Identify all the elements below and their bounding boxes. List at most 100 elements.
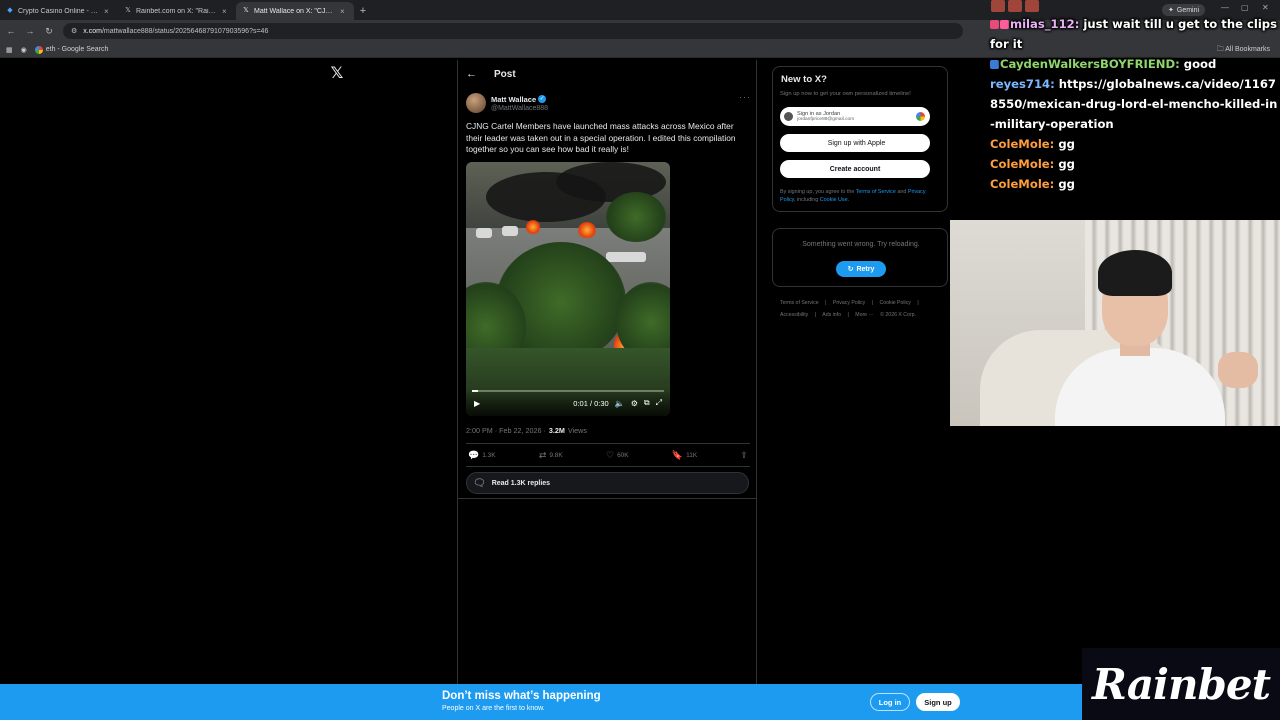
error-card: Something went wrong. Try reloading. ↻ R… (772, 228, 948, 287)
webcam-feed (950, 220, 1280, 426)
fullscreen-icon[interactable]: ⤢ (656, 398, 662, 408)
tab-matt-wallace-x[interactable]: 𝕏 Matt Wallace on X: "CJNG Carte × (236, 2, 354, 20)
new-to-x-title: New to X? (781, 74, 827, 85)
footer-separator: | (917, 300, 919, 306)
chat-text: gg (1054, 137, 1075, 151)
bookmark-eth-search[interactable]: eth - Google Search (34, 45, 109, 54)
google-signin-email: jordanfprice88@gmail.com (797, 117, 855, 122)
chat-username: ColeMole: (990, 137, 1055, 151)
url-path: /mattwallace888/status/20256468791079035… (101, 27, 269, 35)
post-author[interactable]: Matt Wallace ✓ @MattWallace888 (466, 93, 548, 113)
footer-link[interactable]: Cookie Policy (879, 300, 910, 306)
site-settings-icon[interactable]: ⚙ (71, 27, 77, 35)
x-logo-icon[interactable]: 𝕏 (329, 66, 345, 82)
author-name[interactable]: Matt Wallace ✓ (491, 95, 548, 104)
column-divider-right (756, 60, 757, 685)
footer-link[interactable]: Accessibility (780, 312, 808, 318)
heart-icon: ♡ (605, 450, 615, 460)
share-button[interactable]: ⇪ (740, 450, 748, 461)
minimize-icon[interactable]: — (1221, 3, 1229, 12)
window-close-icon[interactable]: ✕ (1262, 3, 1269, 12)
post-actions: 💬 1.3K ⇄ 9.8K ♡ 60K 🔖 11K ⇪ (468, 450, 748, 461)
reload-icon[interactable]: ↻ (41, 23, 57, 39)
chat-username: milas_112: (1010, 17, 1080, 31)
tab-rainbet-x[interactable]: 𝕏 Rainbet.com on X: "Rainbet Xm × (118, 2, 236, 20)
bookmark-button[interactable]: 🔖 11K (672, 450, 697, 461)
footer-links: Terms of Service | Privacy Policy | Cook… (780, 297, 940, 321)
tab-crypto-casino[interactable]: ◆ Crypto Casino Online - Play wit × (0, 2, 118, 20)
apple-signup-button[interactable]: Sign up with Apple (780, 134, 930, 152)
like-button[interactable]: ♡ 60K (606, 450, 629, 461)
bookmark-count: 11K (686, 452, 698, 459)
repost-button[interactable]: ⇄ 9.8K (539, 450, 563, 461)
profile-icon[interactable]: ◉ (21, 46, 27, 54)
footer-separator: | (825, 300, 827, 306)
refresh-icon: ↻ (847, 266, 854, 273)
settings-gear-icon[interactable]: ⚙ (631, 399, 638, 408)
chat-message: ColeMole: gg (990, 134, 1280, 154)
video-frame-car (476, 228, 492, 238)
video-frame-fire (578, 222, 596, 238)
like-count: 60K (617, 452, 629, 459)
login-button[interactable]: Log in (870, 693, 910, 711)
banner-subtitle: People on X are the first to know. (442, 705, 545, 712)
chat-badge-icon (990, 60, 999, 69)
video-time: 0:01 / 0:30 (573, 398, 609, 408)
avatar[interactable] (466, 93, 486, 113)
chat-message: ColeMole: gg (990, 154, 1280, 174)
bookmark-label: eth - Google Search (45, 46, 109, 53)
footer-link[interactable]: Privacy Policy (833, 300, 865, 306)
video-frame-fire (526, 220, 540, 234)
new-tab-button[interactable]: + (354, 2, 372, 20)
apps-icon[interactable]: ▦ (6, 46, 13, 54)
footer-separator: | (871, 300, 874, 306)
views-label: Views (567, 426, 587, 435)
x-icon: 𝕏 (243, 7, 249, 14)
apple-signup-label: Sign up with Apple (827, 139, 886, 147)
cookie-use-link[interactable]: Cookie Use. (820, 197, 849, 203)
video-player[interactable]: ▶ 0:01 / 0:30 🔈 ⚙ ⧉ ⤢ (466, 162, 670, 416)
reply-button[interactable]: 💬 1.3K (468, 450, 496, 461)
retry-label: Retry (856, 265, 875, 273)
webcam-person-beanie (1098, 250, 1172, 296)
volume-icon[interactable]: 🔈 (615, 399, 625, 408)
address-input[interactable]: ⚙ x.com/mattwallace888/status/2025646879… (63, 23, 963, 39)
terms-text: By signing up, you agree to the (780, 189, 855, 195)
chat-message: milas_112: just wait till u get to the c… (990, 14, 1280, 54)
more-options-icon[interactable]: ··· (739, 92, 751, 102)
author-handle[interactable]: @MattWallace888 (491, 105, 548, 112)
tab-label: Rainbet.com on X: "Rainbet Xm (136, 7, 218, 15)
footer-link[interactable]: More ··· (855, 312, 873, 318)
back-icon[interactable]: ← (3, 23, 19, 39)
google-icon (34, 45, 43, 54)
forward-icon[interactable]: → (22, 23, 38, 39)
google-icon (916, 112, 925, 121)
reply-icon: 🗨 (473, 477, 486, 489)
read-replies-button[interactable]: 🗨 Read 1.3K replies (466, 472, 749, 494)
close-icon[interactable]: × (340, 7, 348, 16)
reply-icon: 💬 (468, 450, 480, 460)
close-icon[interactable]: × (222, 7, 230, 16)
chat-message: ColeMole: gg (990, 174, 1280, 194)
google-signin-button[interactable]: Sign in as Jordan jordanfprice88@gmail.c… (780, 107, 930, 126)
terms-of-service-link[interactable]: Terms of Service (856, 189, 896, 195)
play-icon[interactable]: ▶ (474, 399, 480, 408)
chat-text: gg (1054, 177, 1075, 191)
footer-link[interactable]: Ads info (822, 312, 841, 318)
divider (458, 498, 756, 499)
footer-link[interactable]: Terms of Service (780, 300, 819, 306)
author-name-text: Matt Wallace (491, 94, 537, 104)
webcam-person-hand (1218, 352, 1258, 388)
close-icon[interactable]: × (104, 7, 112, 16)
back-arrow-icon[interactable]: ← (466, 68, 478, 80)
signup-button[interactable]: Sign up (916, 693, 960, 711)
create-account-button[interactable]: Create account (780, 160, 930, 178)
maximize-icon[interactable]: ▢ (1241, 3, 1249, 12)
post-timestamp[interactable]: 2:00 PM · Feb 22, 2026 · (466, 426, 546, 435)
chat-text: good (1179, 57, 1217, 71)
google-account-avatar (784, 112, 793, 121)
screen: ◆ Crypto Casino Online - Play wit × 𝕏 Ra… (0, 0, 1280, 720)
rainbet-logo: Rainbet (1082, 648, 1280, 720)
pip-icon[interactable]: ⧉ (644, 398, 650, 408)
retry-button[interactable]: ↻ Retry (836, 261, 886, 277)
